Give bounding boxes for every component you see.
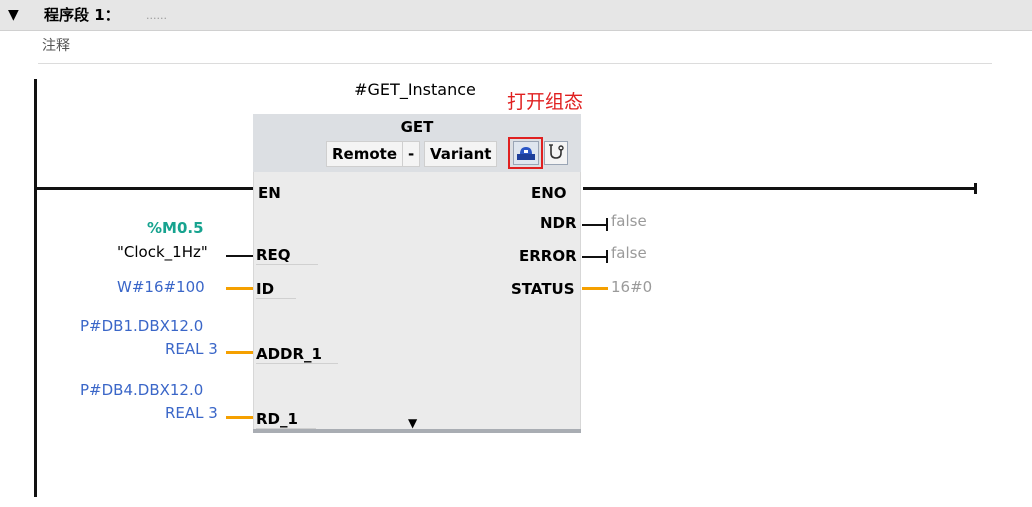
eno-wire	[583, 187, 975, 190]
separator-label: -	[402, 141, 421, 167]
rd-1-wire	[226, 416, 253, 419]
highlight-box	[508, 137, 543, 169]
status-operand[interactable]: 16#0	[611, 278, 652, 296]
pin-ndr: NDR	[540, 214, 577, 232]
ndr-operand[interactable]: false	[611, 212, 647, 230]
block-bottom-bar	[253, 429, 581, 433]
error-wire-end	[606, 250, 608, 263]
remote-label: Remote	[326, 141, 404, 167]
network-comment[interactable]: 注释	[42, 37, 70, 55]
left-power-rail	[34, 79, 37, 497]
addr-1-wire	[226, 351, 253, 354]
req-wire	[226, 255, 253, 257]
addr-1-operand-line1[interactable]: P#DB1.DBX12.0	[80, 317, 203, 335]
diagnostics-icon	[549, 144, 564, 159]
status-wire	[582, 287, 608, 290]
diagnostics-button[interactable]	[544, 141, 568, 165]
req-address[interactable]: %M0.5	[147, 219, 204, 237]
error-operand[interactable]: false	[611, 244, 647, 262]
pin-status: STATUS	[511, 280, 575, 298]
req-operand[interactable]: "Clock_1Hz"	[117, 243, 208, 261]
addr-1-operand-line2[interactable]: REAL 3	[165, 340, 218, 358]
id-wire	[226, 287, 253, 290]
pin-error: ERROR	[519, 247, 577, 265]
pin-en: EN	[258, 184, 281, 202]
network-title[interactable]: 程序段 1：	[44, 6, 120, 24]
error-wire	[582, 256, 608, 258]
variant-label: Variant	[424, 141, 498, 167]
id-operand[interactable]: W#16#100	[117, 278, 205, 296]
eno-wire-end	[974, 183, 977, 194]
annotation-open-config: 打开组态	[507, 91, 584, 113]
expand-arrow-icon[interactable]: ▼	[408, 417, 417, 429]
pin-id: ID	[256, 280, 296, 299]
ndr-wire-end	[606, 218, 608, 231]
network-comment-row[interactable]: 注释	[38, 34, 992, 64]
en-power-wire	[37, 187, 253, 190]
pin-req: REQ	[256, 246, 318, 265]
pin-eno: ENO	[531, 184, 567, 202]
instance-db-label[interactable]: #GET_Instance	[300, 80, 530, 100]
pin-addr-1: ADDR_1	[256, 345, 338, 364]
network-title-placeholder[interactable]: ......	[146, 9, 167, 23]
pin-rd-1: RD_1	[256, 410, 316, 429]
block-type-name: GET	[400, 118, 434, 136]
rd-1-operand-line2[interactable]: REAL 3	[165, 404, 218, 422]
ndr-wire	[582, 224, 608, 226]
collapse-arrow-icon[interactable]: ▼	[8, 6, 19, 24]
rd-1-operand-line1[interactable]: P#DB4.DBX12.0	[80, 381, 203, 399]
